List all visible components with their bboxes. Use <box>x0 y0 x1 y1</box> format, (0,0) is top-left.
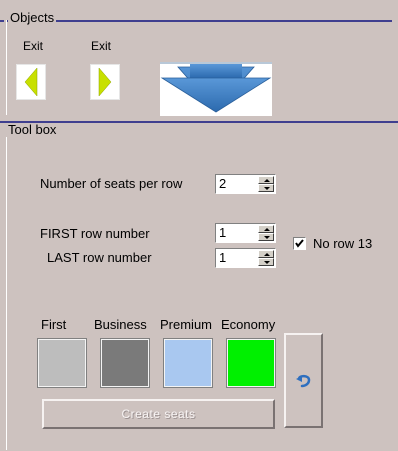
class-swatch-economy[interactable] <box>226 338 276 388</box>
seats-per-row-spin-buttons <box>258 176 274 192</box>
seats-per-row-up-button[interactable] <box>258 176 274 184</box>
left-arrow-icon <box>24 67 38 97</box>
first-row-down-button[interactable] <box>258 233 274 241</box>
down-arrow-object[interactable] <box>160 62 272 116</box>
class-swatch-first[interactable] <box>37 338 87 388</box>
checkmark-icon <box>295 239 304 248</box>
last-row-spin-buttons <box>258 250 274 266</box>
exit-right-object[interactable] <box>90 64 120 100</box>
no-row-13-checkbox[interactable] <box>293 237 306 250</box>
last-row-down-button[interactable] <box>258 258 274 266</box>
toolbox-legend: Tool box <box>6 122 59 137</box>
first-row-spin-buttons <box>258 225 274 241</box>
first-row-label: FIRST row number <box>40 226 150 241</box>
toolbox-frame-edge <box>6 132 7 450</box>
seats-per-row-spinner[interactable]: 2 <box>215 174 276 194</box>
seats-per-row-down-button[interactable] <box>258 184 274 192</box>
seats-per-row-label: Number of seats per row <box>40 176 183 191</box>
class-swatch-premium[interactable] <box>163 338 213 388</box>
objects-frame-edge <box>6 20 7 115</box>
undo-icon <box>296 374 311 388</box>
seats-per-row-value[interactable]: 2 <box>219 176 226 191</box>
class-swatch-business[interactable] <box>100 338 150 388</box>
first-row-value[interactable]: 1 <box>219 225 226 240</box>
class-label-business: Business <box>94 317 147 332</box>
right-arrow-icon <box>98 67 112 97</box>
exit-left-label: Exit <box>23 39 44 53</box>
class-label-economy: Economy <box>221 317 276 332</box>
class-label-first: First <box>41 317 67 332</box>
undo-button[interactable] <box>284 333 323 428</box>
last-row-up-button[interactable] <box>258 250 274 258</box>
last-row-spinner[interactable]: 1 <box>215 248 276 268</box>
exit-right-label: Exit <box>91 39 112 53</box>
objects-frame-line <box>0 20 392 22</box>
last-row-label: LAST row number <box>47 250 152 265</box>
first-row-spinner[interactable]: 1 <box>215 223 276 243</box>
create-seats-button[interactable]: Create seats <box>42 399 275 429</box>
toolbox-frame-line <box>0 121 398 123</box>
no-row-13-label: No row 13 <box>313 236 373 251</box>
objects-legend: Objects <box>8 10 57 25</box>
exit-left-object[interactable] <box>16 64 46 100</box>
class-label-premium: Premium <box>160 317 213 332</box>
down-arrow-icon <box>160 63 272 113</box>
last-row-value[interactable]: 1 <box>219 250 226 265</box>
first-row-up-button[interactable] <box>258 225 274 233</box>
